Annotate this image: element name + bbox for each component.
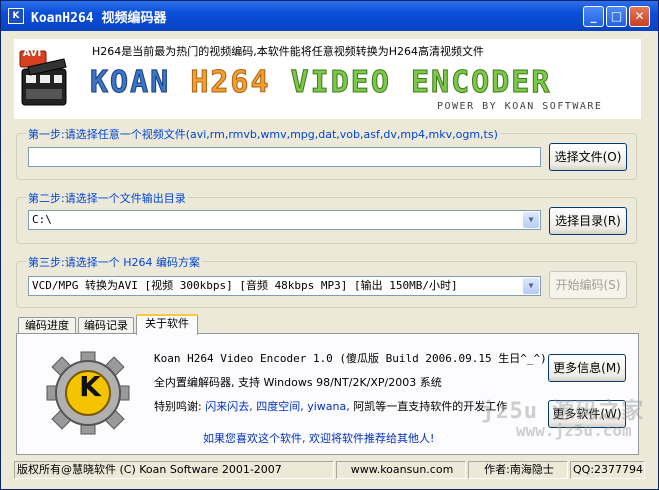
select-file-button[interactable]: 选择文件(O) xyxy=(549,143,627,171)
output-dir-value: C:\ xyxy=(32,213,52,226)
status-copyright: 版权所有@慧晓软件 (C) Koan Software 2001-2007 xyxy=(14,461,334,479)
recommend-link[interactable]: 如果您喜欢这个软件, 欢迎将软件推荐给其他人! xyxy=(203,430,434,446)
source-file-input[interactable] xyxy=(28,147,541,167)
watermark-url: www.jz5u.com xyxy=(516,421,632,440)
logo-letter: K xyxy=(79,370,101,403)
window-title: KoanH264 视频编码器 xyxy=(31,11,167,26)
status-bar: 版权所有@慧晓软件 (C) Koan Software 2001-2007 ww… xyxy=(14,461,645,481)
step2-label: 第二步:请选择一个文件输出目录 xyxy=(26,190,188,206)
maximize-button[interactable]: □ xyxy=(606,6,627,27)
minimize-button[interactable]: _ xyxy=(583,6,604,27)
avi-logo-text: AVI xyxy=(22,48,42,59)
start-encode-button[interactable]: 开始编码(S) xyxy=(549,271,627,299)
chevron-down-icon[interactable]: ▼ xyxy=(523,212,539,228)
powered-by-text: POWER BY KOAN SOFTWARE xyxy=(437,101,603,112)
main-window: K KoanH264 视频编码器 _ □ ✕ AVI H264是当前最为热门的视… xyxy=(0,0,659,490)
title-bar[interactable]: K KoanH264 视频编码器 _ □ ✕ xyxy=(1,1,658,31)
about-thanks: 特别鸣谢: 闪来闪去, 四度空间, yiwana, 阿凯等一直支持软件的开发工作 xyxy=(154,400,508,413)
banner-title: KOAN H264 VIDEO ENCODER xyxy=(89,65,552,101)
banner: AVI H264是当前最为热门的视频编码,本软件能将任意视频转换为H264高清视… xyxy=(14,39,641,119)
banner-note: H264是当前最为热门的视频编码,本软件能将任意视频转换为H264高清视频文件 xyxy=(92,45,485,58)
about-version: Koan H264 Video Encoder 1.0 (傻瓜版 Build 2… xyxy=(154,352,547,365)
app-icon[interactable]: K xyxy=(8,8,24,24)
output-dir-combo[interactable]: C:\ ▼ xyxy=(28,210,541,230)
chevron-down-icon[interactable]: ▼ xyxy=(523,278,539,294)
close-button[interactable]: ✕ xyxy=(629,6,650,27)
select-dir-button[interactable]: 选择目录(R) xyxy=(549,207,627,235)
encode-profile-combo[interactable]: VCD/MPG 转换为AVI [视频 300kbps] [音频 48kbps M… xyxy=(28,276,541,296)
status-website[interactable]: www.koansun.com xyxy=(336,461,466,479)
status-qq: QQ:23777943 xyxy=(570,461,645,479)
more-info-button[interactable]: 更多信息(M) xyxy=(548,354,626,382)
encode-profile-value: VCD/MPG 转换为AVI [视频 300kbps] [音频 48kbps M… xyxy=(32,279,458,292)
step3-label: 第三步:请选择一个 H264 编码方案 xyxy=(26,254,202,270)
about-codec-support: 全内置编解码器, 支持 Windows 98/NT/2K/XP/2003 系统 xyxy=(154,376,442,389)
step1-label: 第一步:请选择任意一个视频文件(avi,rm,rmvb,wmv,mpg,dat,… xyxy=(26,126,500,142)
thanks-names: 闪来闪去, 四度空间, yiwana, xyxy=(205,400,350,413)
tab-about[interactable]: 关于软件 xyxy=(136,314,198,335)
status-author: 作者:南海隐士 xyxy=(468,461,568,479)
